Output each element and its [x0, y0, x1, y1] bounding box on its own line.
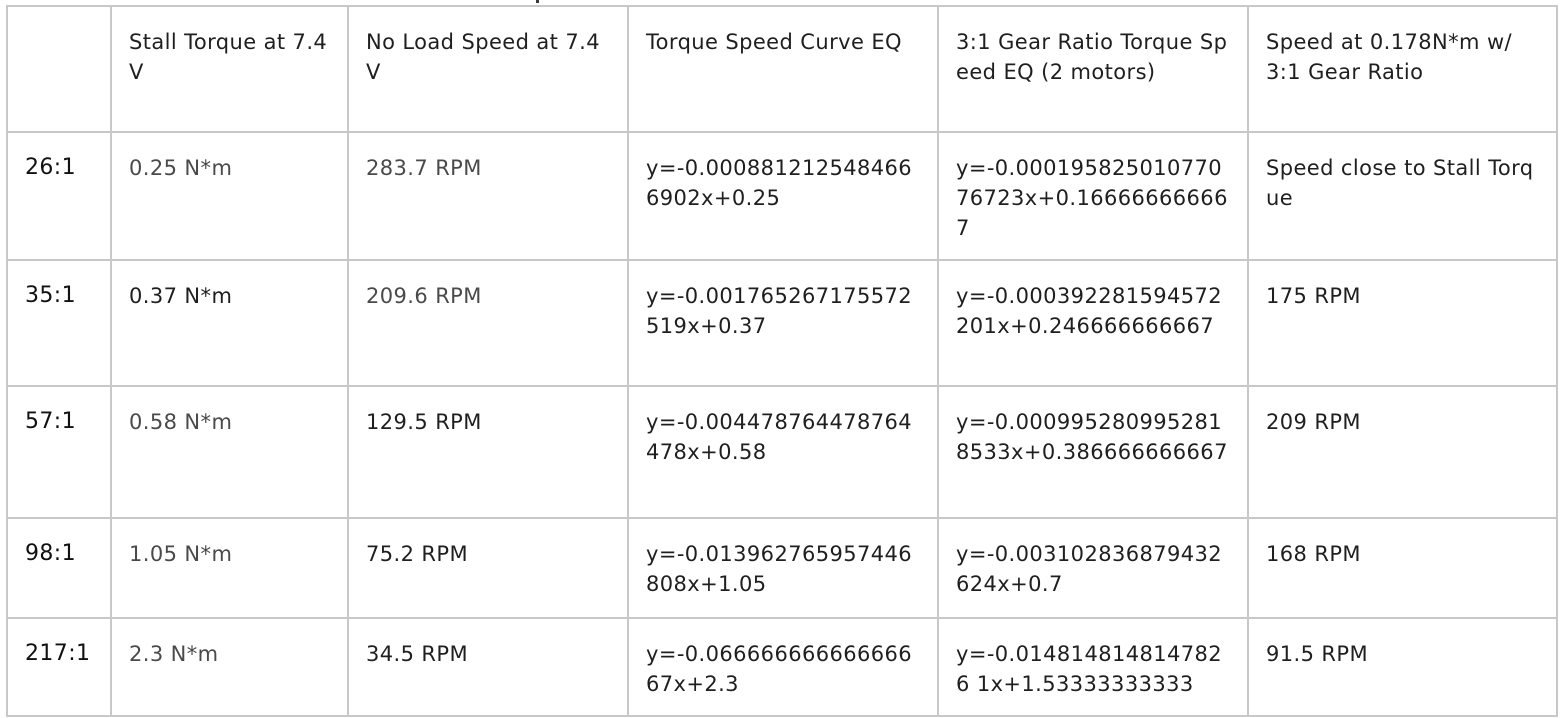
speed-at-torque-cell: 209 RPM [1247, 385, 1558, 519]
header-cell-torque-speed-eq: Torque Speed Curve EQ [627, 5, 939, 133]
gear-ratio-eq-cell: y=-0.0148148148147826 1x+1.53333333333 [937, 617, 1249, 717]
header-cell-no-load-speed: No Load Speed at 7.4V [347, 5, 629, 133]
header-cell-speed-at-torque: Speed at 0.178N*m w/ 3:1 Gear Ratio [1247, 5, 1558, 133]
table-header-row: Stall Torque at 7.4V No Load Speed at 7.… [6, 5, 1558, 133]
table-row: 26:1 0.25 N*m 283.7 RPM y=-0.00088121254… [6, 131, 1558, 261]
ratio-cell: 57:1 [6, 385, 112, 519]
stall-torque-cell: 1.05 N*m [110, 517, 349, 619]
ratio-cell: 35:1 [6, 259, 112, 387]
stall-torque-cell: 0.37 N*m [110, 259, 349, 387]
gear-ratio-eq-cell: y=-0.0009952809952818533x+0.386666666667 [937, 385, 1249, 519]
no-load-speed-cell: 283.7 RPM [347, 131, 629, 261]
ratio-cell: 26:1 [6, 131, 112, 261]
speed-at-torque-cell: 175 RPM [1247, 259, 1558, 387]
stall-torque-cell: 0.58 N*m [110, 385, 349, 519]
torque-speed-eq-cell: y=-0.013962765957446808x+1.05 [627, 517, 939, 619]
table-row: 35:1 0.37 N*m 209.6 RPM y=-0.00176526717… [6, 259, 1558, 387]
gear-ratio-eq-cell: y=-0.003102836879432624x+0.7 [937, 517, 1249, 619]
table-row: 98:1 1.05 N*m 75.2 RPM y=-0.013962765957… [6, 517, 1558, 619]
no-load-speed-cell: 209.6 RPM [347, 259, 629, 387]
no-load-speed-cell: 34.5 RPM [347, 617, 629, 717]
torque-speed-eq-cell: y=-0.004478764478764478x+0.58 [627, 385, 939, 519]
header-cell-ratio [6, 5, 112, 133]
gear-ratio-eq-cell: y=-0.00019582501077076723x+0.16666666666… [937, 131, 1249, 261]
no-load-speed-cell: 129.5 RPM [347, 385, 629, 519]
no-load-speed-cell: 75.2 RPM [347, 517, 629, 619]
header-cell-stall-torque: Stall Torque at 7.4V [110, 5, 349, 133]
speed-at-torque-cell: Speed close to Stall Torque [1247, 131, 1558, 261]
header-cell-gear-ratio-eq: 3:1 Gear Ratio Torque Speed EQ (2 motors… [937, 5, 1249, 133]
table-row: 57:1 0.58 N*m 129.5 RPM y=-0.00447876447… [6, 385, 1558, 519]
stall-torque-cell: 2.3 N*m [110, 617, 349, 717]
table-row: 217:1 2.3 N*m 34.5 RPM y=-0.066666666666… [6, 617, 1558, 717]
stall-torque-cell: 0.25 N*m [110, 131, 349, 261]
ratio-cell: 98:1 [6, 517, 112, 619]
torque-speed-eq-cell: y=-0.001765267175572519x+0.37 [627, 259, 939, 387]
text-fragment-mark [536, 0, 539, 3]
torque-speed-eq-cell: y=-0.0008812125484666902x+0.25 [627, 131, 939, 261]
speed-at-torque-cell: 168 RPM [1247, 517, 1558, 619]
motor-spec-table: Stall Torque at 7.4V No Load Speed at 7.… [6, 5, 1558, 717]
speed-at-torque-cell: 91.5 RPM [1247, 617, 1558, 717]
torque-speed-eq-cell: y=-0.06666666666666667x+2.3 [627, 617, 939, 717]
gear-ratio-eq-cell: y=-0.000392281594572201x+0.246666666667 [937, 259, 1249, 387]
ratio-cell: 217:1 [6, 617, 112, 717]
